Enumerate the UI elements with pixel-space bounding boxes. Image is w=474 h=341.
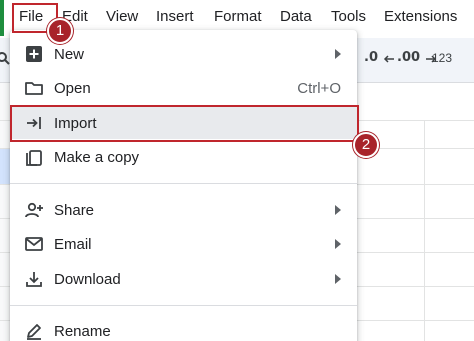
menu-item-rename[interactable]: Rename bbox=[10, 315, 357, 341]
submenu-arrow-icon bbox=[335, 239, 341, 249]
menu-tools[interactable]: Tools bbox=[331, 8, 366, 25]
copy-icon bbox=[24, 147, 44, 167]
menu-item-make-a-copy[interactable]: Make a copy bbox=[10, 141, 357, 173]
row-header-strip bbox=[0, 83, 10, 341]
menu-view[interactable]: View bbox=[106, 8, 138, 25]
menu-item-email[interactable]: Email bbox=[10, 228, 357, 260]
sheets-logo-edge bbox=[0, 0, 4, 36]
menu-extensions[interactable]: Extensions bbox=[384, 8, 457, 25]
selected-row-header bbox=[0, 148, 10, 184]
mail-icon bbox=[24, 234, 44, 254]
menu-divider bbox=[10, 305, 357, 306]
number-format-button[interactable]: 123 bbox=[432, 51, 452, 65]
decrease-decimal-button[interactable]: .0 bbox=[364, 50, 395, 65]
shortcut-text: Ctrl+O bbox=[297, 80, 341, 97]
menu-format[interactable]: Format bbox=[214, 8, 262, 25]
person-add-icon bbox=[24, 200, 44, 220]
menu-item-share[interactable]: Share bbox=[10, 194, 357, 226]
arrow-left-icon bbox=[383, 55, 394, 63]
step-badge-1: 1 bbox=[47, 18, 73, 44]
menu-data[interactable]: Data bbox=[280, 8, 312, 25]
decrease-decimal-label: .0 bbox=[364, 50, 378, 65]
pencil-icon bbox=[24, 321, 44, 341]
search-icon[interactable] bbox=[0, 52, 10, 71]
menu-item-label: Download bbox=[54, 271, 121, 288]
grid-line bbox=[424, 120, 425, 341]
download-icon bbox=[24, 269, 44, 289]
menu-insert[interactable]: Insert bbox=[156, 8, 194, 25]
menu-item-label: Open bbox=[54, 80, 91, 97]
add-box-icon bbox=[24, 44, 44, 64]
menu-item-label: Email bbox=[54, 236, 92, 253]
menu-item-label: New bbox=[54, 46, 85, 63]
menu-item-open[interactable]: Open Ctrl+O bbox=[10, 72, 357, 104]
submenu-arrow-icon bbox=[335, 49, 341, 59]
highlight-import-item bbox=[10, 105, 359, 142]
folder-icon bbox=[24, 78, 44, 98]
step-badge-2: 2 bbox=[353, 132, 379, 158]
menu-item-label: Share bbox=[54, 202, 95, 219]
menu-divider bbox=[10, 183, 357, 184]
increase-decimal-button[interactable]: .00 bbox=[397, 50, 437, 65]
increase-decimal-label: .00 bbox=[397, 50, 421, 65]
file-menu-dropdown: New Open Ctrl+O Import Make a copy Share… bbox=[10, 30, 357, 341]
menu-item-label: Make a copy bbox=[54, 149, 140, 166]
submenu-arrow-icon bbox=[335, 274, 341, 284]
submenu-arrow-icon bbox=[335, 205, 341, 215]
menu-item-download[interactable]: Download bbox=[10, 263, 357, 295]
menu-item-label: Rename bbox=[54, 323, 111, 340]
